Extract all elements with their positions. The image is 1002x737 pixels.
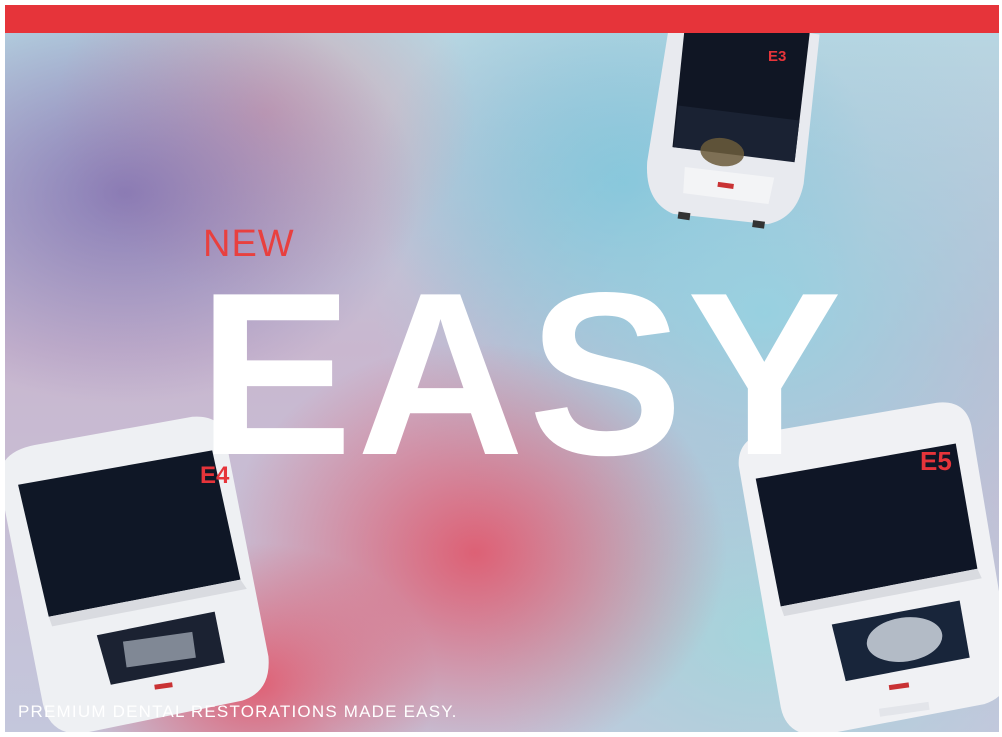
advertisement-banner: E3 E4 E5 NEW EASY PREMIUM DENTAL RESTORA… bbox=[0, 0, 1002, 737]
e3-label: E3 bbox=[768, 48, 786, 65]
hero-background: E3 E4 E5 NEW EASY PREMIUM DENTAL RESTORA… bbox=[5, 33, 999, 732]
e5-label: E5 bbox=[920, 446, 952, 476]
tagline: PREMIUM DENTAL RESTORATIONS MADE EASY. bbox=[18, 702, 458, 721]
easy-headline: EASY bbox=[198, 245, 846, 504]
top-red-bar bbox=[5, 5, 999, 33]
e3-milling-machine: E3 bbox=[630, 33, 830, 243]
milling-machine-icon: E3 bbox=[647, 33, 820, 229]
